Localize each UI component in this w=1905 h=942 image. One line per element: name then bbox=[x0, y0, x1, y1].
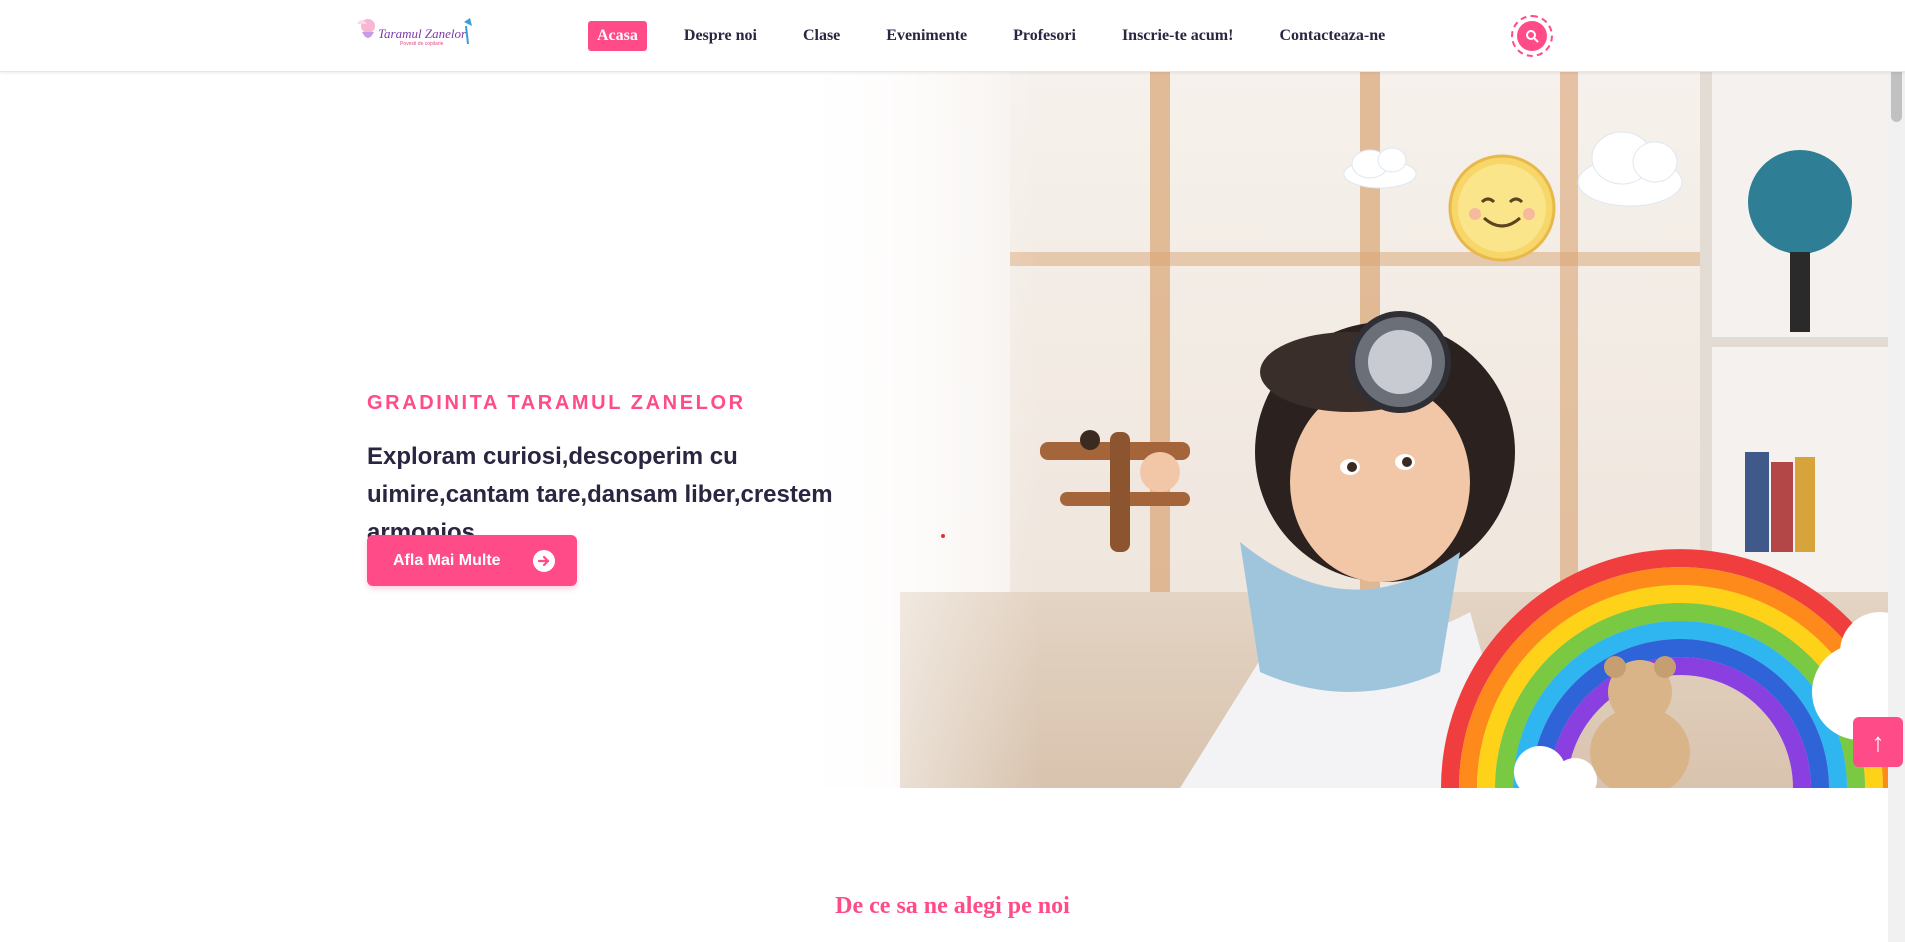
hero-fade-overlay bbox=[0, 72, 1040, 788]
logo-subtitle: Povesti de copilarie bbox=[400, 41, 444, 47]
arrow-right-circle-icon bbox=[533, 550, 555, 572]
main-nav: Acasa Despre noi Clase Evenimente Profes… bbox=[588, 20, 1422, 52]
section-title-why-us: De ce sa ne alegi pe noi bbox=[835, 893, 1070, 919]
nav-item-inscrie-te[interactable]: Inscrie-te acum! bbox=[1113, 21, 1243, 51]
learn-more-button[interactable]: Afla Mai Multe bbox=[367, 535, 577, 586]
hero-section: GRADINITA TARAMUL ZANELOR Exploram curio… bbox=[0, 72, 1905, 788]
nav-item-despre-noi[interactable]: Despre noi bbox=[675, 21, 766, 51]
search-button[interactable] bbox=[1511, 15, 1553, 57]
nav-item-evenimente[interactable]: Evenimente bbox=[877, 21, 976, 51]
search-icon bbox=[1517, 21, 1547, 51]
learn-more-label: Afla Mai Multe bbox=[393, 551, 501, 569]
site-header: Taramul Zanelor Povesti de copilarie Aca… bbox=[0, 0, 1905, 72]
logo-title: Taramul Zanelor bbox=[378, 26, 467, 41]
scroll-to-top-button[interactable]: ↑ bbox=[1853, 717, 1903, 767]
page-scrollbar[interactable] bbox=[1888, 0, 1905, 942]
nav-item-clase[interactable]: Clase bbox=[794, 21, 849, 51]
nav-item-contacteaza-ne[interactable]: Contacteaza-ne bbox=[1270, 21, 1394, 51]
hero-dot bbox=[941, 534, 945, 538]
arrow-up-icon: ↑ bbox=[1871, 726, 1885, 757]
site-logo[interactable]: Taramul Zanelor Povesti de copilarie bbox=[354, 14, 479, 52]
nav-item-acasa[interactable]: Acasa bbox=[588, 21, 647, 51]
hero-subtitle: GRADINITA TARAMUL ZANELOR bbox=[367, 392, 746, 414]
nav-item-profesori[interactable]: Profesori bbox=[1004, 21, 1085, 51]
